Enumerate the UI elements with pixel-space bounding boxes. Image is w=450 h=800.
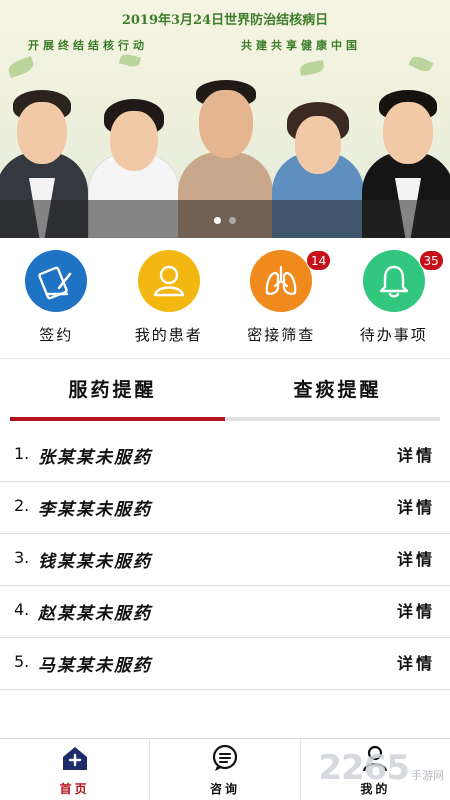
detail-link[interactable]: 详情 [397,442,435,466]
item-number: 1. [14,444,30,463]
carousel-dot[interactable] [214,217,221,224]
item-name: 钱某某未服药 [38,552,152,572]
lungs-icon [265,265,297,295]
notification-badge: 35 [418,250,444,271]
item-number: 3. [14,548,30,567]
action-icon-circle [250,250,313,312]
nav-home[interactable]: 首页 [0,739,151,800]
list-item[interactable]: 1. 张某某未服药 详情 [0,430,450,482]
action-my-patients[interactable]: 我的患者 [113,238,226,358]
item-number: 2. [14,496,30,515]
action-label: 我的患者 [134,326,203,344]
item-name: 赵某某未服药 [38,604,152,624]
leaf-decoration [118,52,142,69]
item-name: 李某某未服药 [38,500,152,520]
banner-carousel[interactable]: 2019年3月24日世界防治结核病日 开展终结结核行动 共建共享健康中国 [0,0,450,238]
action-icon-circle [362,250,425,312]
action-contact-screening[interactable]: 14 密接筛查 [225,238,338,358]
detail-link[interactable]: 详情 [397,598,435,622]
bell-icon [379,265,408,298]
action-todo[interactable]: 35 待办事项 [338,238,450,358]
tab-medication-reminder[interactable]: 服药提醒 [0,360,225,420]
section-divider [0,358,450,359]
item-name: 马某某未服药 [38,656,152,676]
list-item[interactable]: 3. 钱某某未服药 详情 [0,534,450,586]
leaf-decoration [408,53,434,75]
tab-indicator [10,417,225,421]
item-name: 张某某未服药 [38,448,152,468]
item-number: 5. [14,652,30,671]
reminder-tabs: 服药提醒 查痰提醒 [0,360,450,420]
nav-label: 咨询 [209,782,240,796]
action-icon-circle [25,250,88,312]
list-item[interactable]: 4. 赵某某未服药 详情 [0,586,450,638]
action-icon-circle [137,250,200,312]
user-icon [153,265,184,297]
action-label: 密接筛查 [247,326,316,344]
banner-slogan-right: 共建共享健康中国 [241,39,361,52]
action-label: 待办事项 [359,326,428,344]
home-icon [62,747,87,770]
action-label: 签约 [39,326,74,344]
contract-icon [38,266,72,300]
reminder-list: 1. 张某某未服药 详情 2. 李某某未服药 详情 3. 钱某某未服药 详情 4… [0,430,450,690]
quick-actions: 签约 我的患者 14 密接筛查 35 待办事项 [0,238,450,358]
list-item[interactable]: 5. 马某某未服药 详情 [0,638,450,690]
chat-icon [212,744,238,771]
tab-track [10,417,440,421]
nav-label: 首页 [59,782,90,796]
leaf-decoration [6,55,36,79]
detail-link[interactable]: 详情 [397,650,435,674]
carousel-dot[interactable] [229,217,236,224]
tab-sputum-reminder[interactable]: 查痰提醒 [225,360,450,420]
action-sign-contract[interactable]: 签约 [0,238,113,358]
item-number: 4. [14,600,30,619]
notification-badge: 14 [306,250,332,271]
detail-link[interactable]: 详情 [397,494,435,518]
nav-consult[interactable]: 咨询 [150,739,301,800]
banner-title: 2019年3月24日世界防治结核病日 [121,13,329,28]
watermark-logo: 2265 手游网 [318,748,444,788]
list-item[interactable]: 2. 李某某未服药 详情 [0,482,450,534]
watermark-number: 2265 [318,748,410,788]
banner-slogan-left: 开展终结结核行动 [28,39,148,52]
watermark-text: 手游网 [411,769,444,782]
leaf-decoration [299,60,325,76]
carousel-dots [0,217,450,224]
detail-link[interactable]: 详情 [397,546,435,570]
